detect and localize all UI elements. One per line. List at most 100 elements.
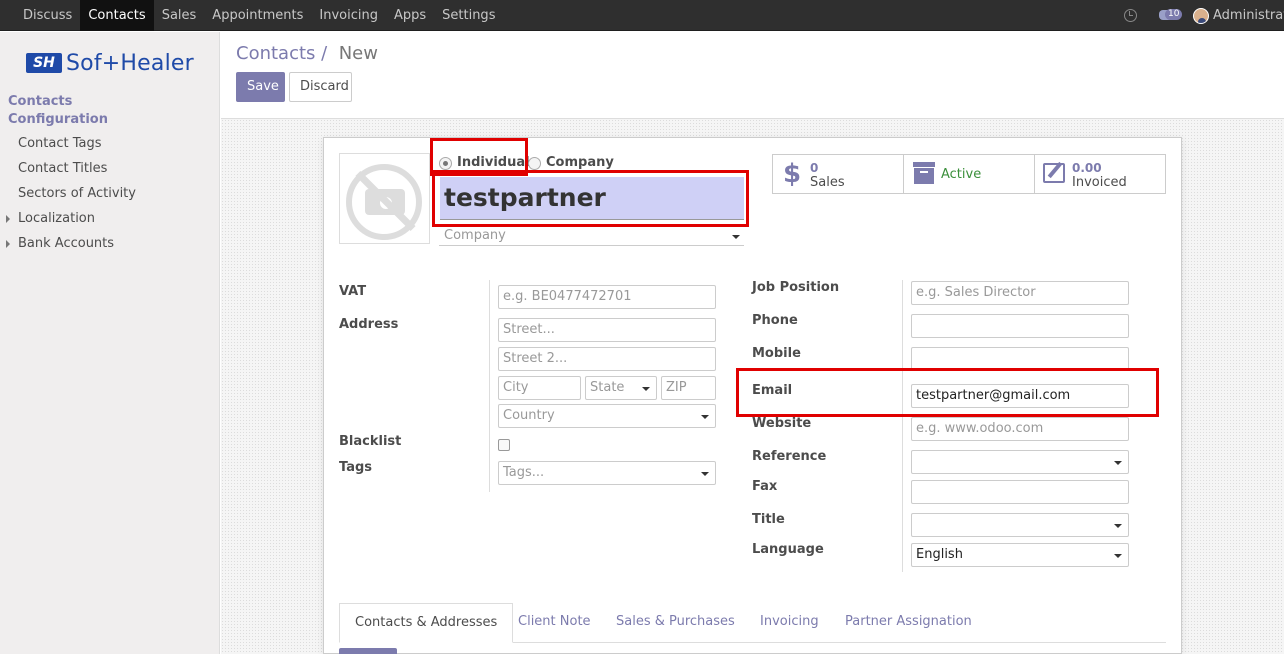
chevron-down-icon (642, 387, 650, 391)
activity-clock-icon[interactable] (1124, 9, 1137, 22)
sidebar-header-configuration[interactable]: Configuration (8, 112, 108, 127)
messaging-icon[interactable]: 10 (1159, 8, 1183, 23)
radio-company-label[interactable]: Company (546, 155, 614, 170)
radio-company[interactable] (528, 157, 541, 170)
logo-mark: SH (26, 53, 62, 73)
tab-partner-assignation[interactable]: Partner Assignation (830, 603, 987, 643)
notebook-tabs: Contacts & Addresses Client Note Sales &… (339, 603, 1166, 643)
sales-smart-button[interactable]: $ 0 Sales (773, 155, 904, 193)
chevron-down-icon (1114, 524, 1122, 528)
state-placeholder: State (590, 380, 625, 395)
caret-right-icon (6, 240, 10, 248)
menu-contacts[interactable]: Contacts (80, 0, 154, 31)
pencil-square-icon (1043, 163, 1065, 183)
discard-button[interactable]: Discard (289, 72, 352, 102)
mobile-input[interactable] (911, 347, 1129, 371)
save-button[interactable]: Save (236, 72, 285, 102)
menu-apps[interactable]: Apps (386, 0, 434, 31)
menu-sales[interactable]: Sales (154, 0, 205, 31)
tags-label: Tags (339, 460, 373, 475)
tab-contacts-addresses[interactable]: Contacts & Addresses (339, 603, 514, 643)
caret-right-icon (6, 215, 10, 223)
street-input[interactable]: Street... (498, 318, 716, 342)
logo-text: Sof+Healer (66, 50, 194, 76)
country-placeholder: Country (503, 408, 555, 423)
archive-icon (913, 162, 935, 184)
language-select[interactable]: English (911, 543, 1129, 567)
street2-input[interactable]: Street 2... (498, 347, 716, 371)
job-position-input[interactable]: e.g. Sales Director (911, 281, 1129, 305)
message-count-badge: 10 (1165, 8, 1183, 20)
vat-label: VAT (339, 284, 367, 299)
fax-input[interactable] (911, 480, 1129, 504)
job-position-label: Job Position (752, 280, 840, 295)
website-label: Website (752, 416, 812, 431)
city-input[interactable]: City (498, 376, 581, 400)
blacklist-label: Blacklist (339, 434, 402, 449)
reference-select[interactable] (911, 450, 1129, 474)
email-label: Email (752, 383, 793, 398)
phone-label: Phone (752, 313, 798, 328)
top-navbar: Discuss Contacts Sales Appointments Invo… (0, 0, 1284, 31)
right-group-divider (902, 280, 903, 572)
email-input[interactable]: testpartner@gmail.com (911, 384, 1129, 408)
breadcrumb-parent[interactable]: Contacts (236, 43, 315, 64)
tags-select[interactable]: Tags... (498, 461, 716, 485)
menu-invoicing[interactable]: Invoicing (311, 0, 386, 31)
chevron-down-icon (732, 235, 740, 239)
sales-count: 0 (810, 161, 819, 175)
menu-appointments[interactable]: Appointments (204, 0, 311, 31)
zip-input[interactable]: ZIP (661, 376, 716, 400)
state-select[interactable]: State (585, 376, 657, 400)
menu-discuss[interactable]: Discuss (15, 0, 80, 31)
chevron-down-icon (1114, 461, 1122, 465)
sales-label: Sales (810, 175, 845, 190)
parent-company-select[interactable]: Company (439, 227, 744, 246)
radio-individual-label[interactable]: Individual (457, 155, 530, 170)
sidebar-item-contact-tags[interactable]: Contact Tags (18, 136, 102, 151)
address-label: Address (339, 317, 399, 332)
phone-input[interactable] (911, 314, 1129, 338)
fax-label: Fax (752, 479, 778, 494)
partner-name-input[interactable]: testpartner (440, 177, 744, 220)
language-value: English (916, 547, 963, 562)
invoiced-amount: 0.00 (1072, 161, 1102, 175)
menu-settings[interactable]: Settings (434, 0, 503, 31)
title-select[interactable] (911, 513, 1129, 537)
sidebar-header-contacts[interactable]: Contacts (8, 94, 72, 109)
vat-input[interactable]: e.g. BE0477472701 (498, 285, 716, 309)
sidebar-item-contact-titles[interactable]: Contact Titles (18, 161, 107, 176)
user-menu-name[interactable]: Administrator (1213, 8, 1284, 23)
country-select[interactable]: Country (498, 404, 716, 428)
chevron-down-icon (701, 472, 709, 476)
language-label: Language (752, 542, 824, 557)
smart-buttons: $ 0 Sales Active 0.00 Invoiced (772, 154, 1166, 194)
active-toggle-button[interactable]: Active (904, 155, 1035, 193)
sidebar: SH Sof+Healer Contacts Configuration Con… (0, 32, 220, 654)
dollar-icon: $ (783, 159, 802, 189)
softhealer-logo: SH Sof+Healer (26, 50, 194, 76)
user-avatar[interactable] (1193, 7, 1209, 24)
invoiced-label: Invoiced (1072, 175, 1127, 190)
main-menu: Discuss Contacts Sales Appointments Invo… (15, 0, 503, 31)
tab-invoicing[interactable]: Invoicing (745, 603, 834, 643)
sidebar-item-bank-accounts[interactable]: Bank Accounts (18, 236, 114, 251)
website-input[interactable]: e.g. www.odoo.com (911, 417, 1129, 441)
active-label: Active (941, 167, 982, 182)
contact-image-placeholder[interactable] (339, 153, 430, 244)
company-placeholder: Company (444, 228, 506, 243)
invoiced-smart-button[interactable]: 0.00 Invoiced (1035, 155, 1165, 193)
breadcrumb: Contacts / New (236, 43, 378, 64)
systray: 10 Administrator (1124, 0, 1284, 31)
chevron-down-icon (701, 415, 709, 419)
blacklist-checkbox[interactable] (498, 439, 510, 451)
tags-placeholder: Tags... (503, 465, 545, 480)
add-contact-button[interactable] (339, 648, 397, 654)
sidebar-item-localization[interactable]: Localization (18, 211, 95, 226)
radio-individual[interactable] (439, 157, 452, 170)
mobile-label: Mobile (752, 346, 801, 361)
sidebar-item-sectors-of-activity[interactable]: Sectors of Activity (18, 186, 136, 201)
tab-client-note[interactable]: Client Note (503, 603, 606, 643)
title-label: Title (752, 512, 785, 527)
tab-sales-purchases[interactable]: Sales & Purchases (601, 603, 750, 643)
